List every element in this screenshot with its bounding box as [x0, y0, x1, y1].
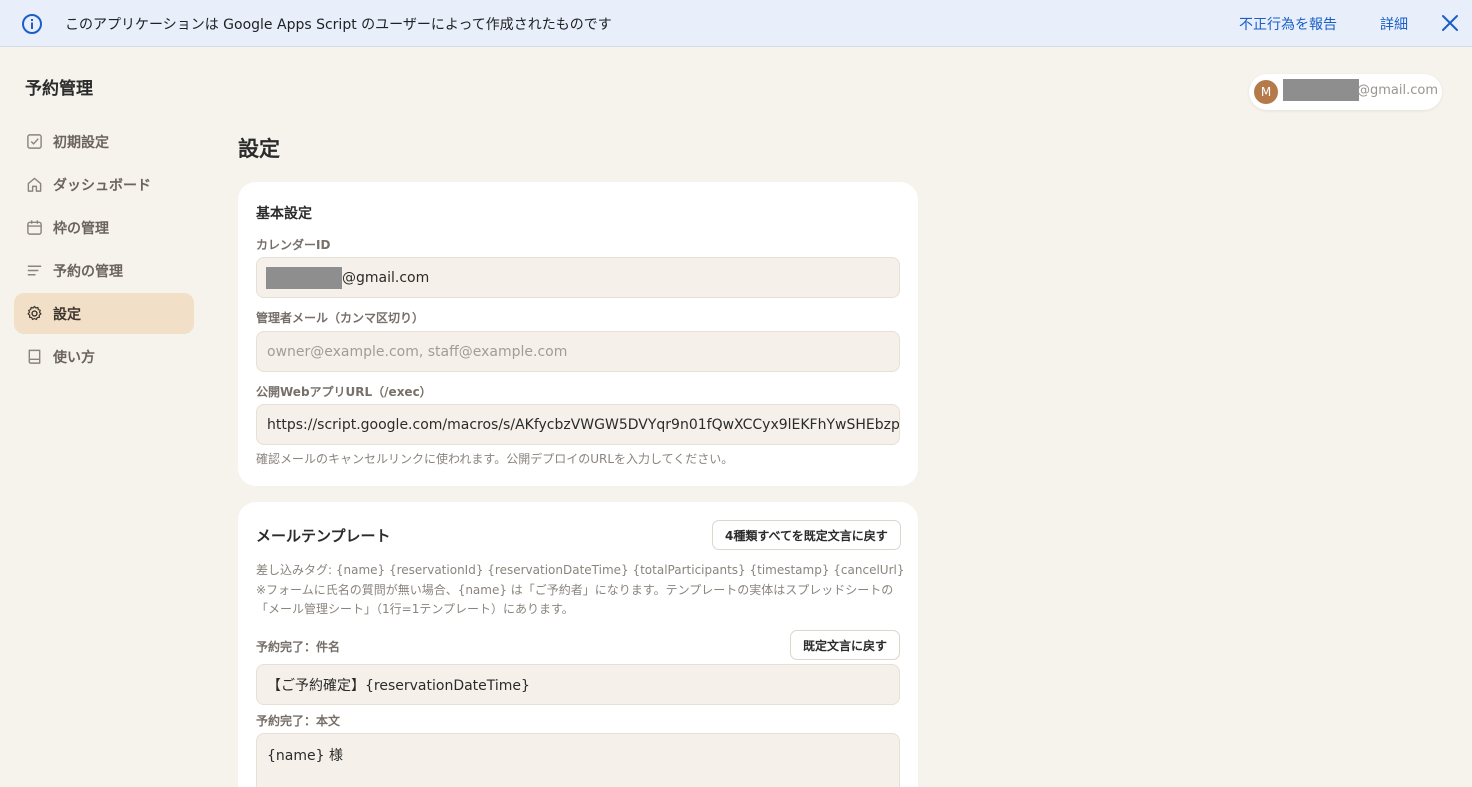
- sidebar-item-label: 設定: [53, 306, 81, 323]
- sidebar-item-label: 初期設定: [53, 134, 109, 151]
- reset-all-templates-button[interactable]: 4種類すべてを既定文言に戻す: [712, 520, 901, 550]
- checkbox-icon: [27, 134, 42, 149]
- body-value: {name} 様: [267, 748, 343, 764]
- details-link[interactable]: 詳細: [1380, 14, 1408, 34]
- sidebar-item-label: ダッシュボード: [53, 177, 151, 194]
- banner-message: このアプリケーションは Google Apps Script のユーザーによって…: [65, 17, 612, 33]
- basic-settings-card: 基本設定 カレンダーID @gmail.com 管理者メール（カンマ区切り） 公…: [238, 182, 918, 486]
- sidebar-item-initial-setup[interactable]: 初期設定: [14, 121, 194, 162]
- webapp-url-value: https://script.google.com/macros/s/AKfyc…: [267, 416, 900, 433]
- redacted-block: [1283, 79, 1359, 101]
- admin-email-field[interactable]: [256, 331, 900, 372]
- webapp-url-field[interactable]: https://script.google.com/macros/s/AKfyc…: [256, 404, 900, 445]
- subject-label: 予約完了：件名: [256, 640, 341, 654]
- info-icon: [22, 14, 42, 34]
- account-email: @gmail.com: [1357, 83, 1439, 98]
- info-banner: このアプリケーションは Google Apps Script のユーザーによって…: [0, 0, 1472, 47]
- account-chip[interactable]: M @gmail.com: [1249, 74, 1442, 110]
- reset-subject-button[interactable]: 既定文言に戻す: [790, 630, 901, 660]
- calendar-id-suffix: @gmail.com: [342, 269, 430, 286]
- sidebar-item-slots[interactable]: 枠の管理: [14, 207, 194, 248]
- sidebar-item-howto[interactable]: 使い方: [14, 336, 194, 377]
- admin-email-label: 管理者メール（カンマ区切り）: [256, 311, 425, 325]
- calendar-id-label: カレンダーID: [256, 238, 331, 252]
- webapp-url-help: 確認メールのキャンセルリンクに使われます。公開デプロイのURLを入力してください…: [256, 452, 734, 466]
- page-title: 設定: [238, 137, 280, 161]
- sidebar-item-dashboard[interactable]: ダッシュボード: [14, 164, 194, 205]
- home-icon: [27, 177, 42, 192]
- calendar-id-field[interactable]: @gmail.com: [256, 257, 900, 298]
- redacted-block: [266, 266, 342, 289]
- template-note-line1: ※フォームに氏名の質問が無い場合、{name} は「ご予約者」になります。テンプ…: [256, 583, 894, 597]
- sidebar-item-label: 使い方: [53, 349, 95, 366]
- app-title: 予約管理: [25, 79, 93, 99]
- sidebar-item-reservations[interactable]: 予約の管理: [14, 250, 194, 291]
- calendar-icon: [27, 220, 42, 235]
- body-textarea[interactable]: {name} 様: [256, 733, 900, 787]
- merge-tags-line: 差し込みタグ: {name} {reservationId} {reservat…: [256, 563, 905, 577]
- book-icon: [28, 349, 41, 364]
- sidebar-nav: 初期設定 ダッシュボード 枠の管理 予約の管理 設定 使い方: [14, 121, 194, 379]
- close-icon[interactable]: [1440, 13, 1460, 33]
- sidebar-item-settings[interactable]: 設定: [14, 293, 194, 334]
- webapp-url-label: 公開WebアプリURL（/exec）: [256, 385, 432, 399]
- sidebar-item-label: 予約の管理: [53, 263, 123, 280]
- gear-icon: [27, 305, 42, 321]
- body-label: 予約完了：本文: [256, 714, 341, 728]
- template-note-line2: 「メール管理シート」（1行=1テンプレート）にあります。: [256, 602, 574, 616]
- mail-template-card: メールテンプレート 4種類すべてを既定文言に戻す 差し込みタグ: {name} …: [238, 502, 918, 787]
- list-icon: [27, 265, 42, 276]
- subject-field[interactable]: 【ご予約確定】{reservationDateTime}: [256, 664, 900, 705]
- mail-template-title: メールテンプレート: [256, 527, 391, 545]
- sidebar-item-label: 枠の管理: [53, 220, 109, 237]
- admin-email-input[interactable]: [267, 343, 889, 360]
- report-abuse-link[interactable]: 不正行為を報告: [1239, 14, 1337, 34]
- subject-value: 【ご予約確定】{reservationDateTime}: [267, 677, 530, 694]
- avatar: M: [1254, 80, 1278, 104]
- basic-settings-title: 基本設定: [256, 206, 312, 222]
